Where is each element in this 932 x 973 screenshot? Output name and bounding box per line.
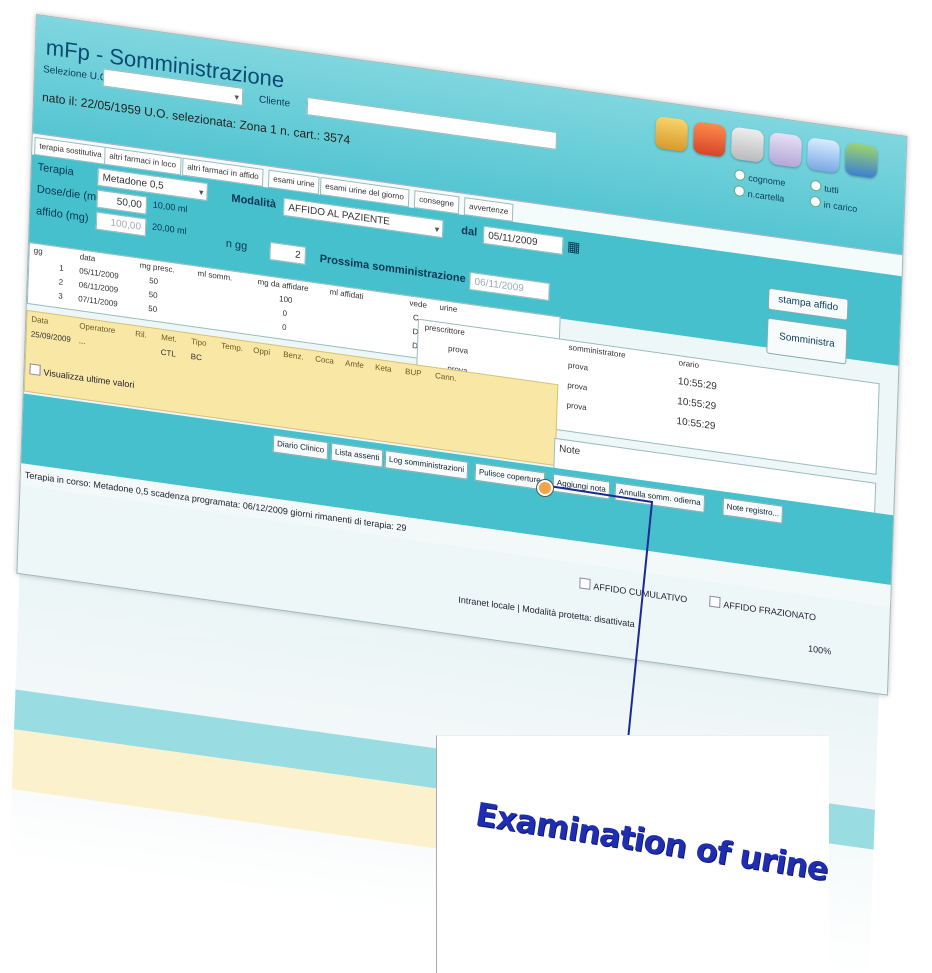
callout-line	[548, 485, 654, 741]
screenshot-stage: mFp - Somministrazione Selezione U.O. Cl…	[0, 0, 932, 973]
callout-marker	[537, 480, 553, 496]
